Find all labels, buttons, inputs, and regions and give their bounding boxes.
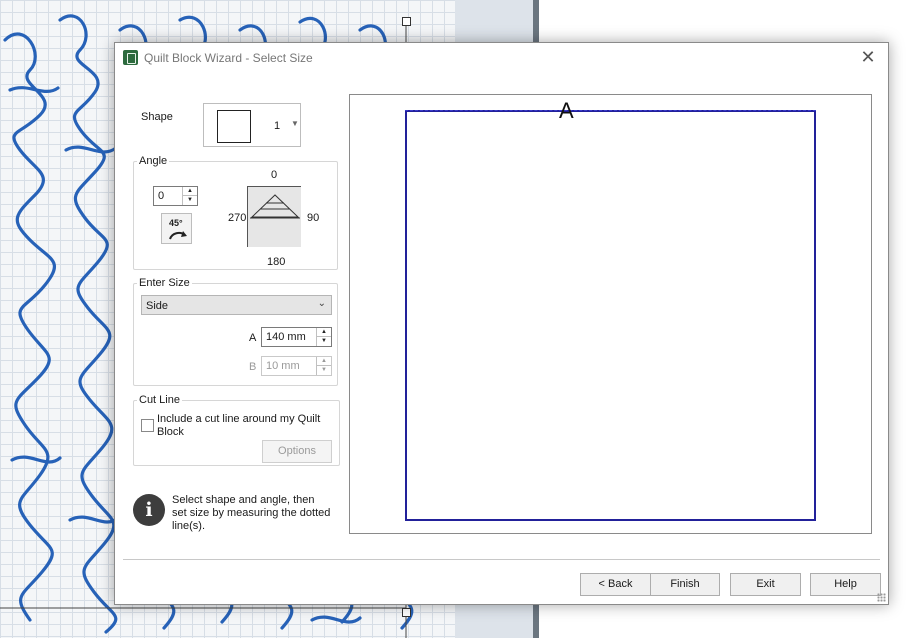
finish-button[interactable]: Finish xyxy=(650,573,720,596)
size-b-label: B xyxy=(249,361,257,373)
dropdown-arrow-icon: ▼ xyxy=(291,119,299,128)
enter-size-group-title: Enter Size xyxy=(137,277,192,289)
dial-label-right: 90 xyxy=(307,212,320,224)
angle-dial-triangle-icon xyxy=(250,194,300,219)
size-a-up-arrow-icon[interactable]: ▲ xyxy=(317,328,331,337)
dial-label-top: 0 xyxy=(271,169,278,181)
measure-line-a xyxy=(405,110,816,111)
quilt-block-wizard-dialog: Quilt Block Wizard - Select Size ✕ Shape… xyxy=(114,42,889,605)
spinner-buttons: ▲ ▼ xyxy=(316,357,331,375)
size-b-spinner[interactable]: 10 mm ▲ ▼ xyxy=(261,356,332,376)
size-a-spinner[interactable]: 140 mm ▲ ▼ xyxy=(261,327,332,347)
back-button[interactable]: < Back xyxy=(580,573,651,596)
spinner-buttons: ▲ ▼ xyxy=(316,328,331,346)
angle-spinner[interactable]: 0 ▲ ▼ xyxy=(153,186,198,206)
exit-button[interactable]: Exit xyxy=(730,573,801,596)
close-icon[interactable]: ✕ xyxy=(858,48,878,68)
chevron-down-icon: ⌄ xyxy=(317,298,326,309)
rotate-arrow-icon xyxy=(169,231,187,240)
dial-label-left: 270 xyxy=(228,212,247,224)
size-b-up-arrow-icon[interactable]: ▲ xyxy=(317,357,331,366)
preview-block-outline xyxy=(405,110,816,521)
footer-separator xyxy=(123,559,880,560)
info-icon: i xyxy=(133,494,165,526)
preview-panel: A xyxy=(349,94,872,534)
angle-value: 0 xyxy=(158,190,165,202)
shape-selector[interactable]: 1 ▼ xyxy=(203,103,301,147)
selection-handle-bottom-right[interactable] xyxy=(402,608,411,617)
dial-label-bottom: 180 xyxy=(267,256,286,268)
dialog-title: Quilt Block Wizard - Select Size xyxy=(144,51,313,65)
angle-group-title: Angle xyxy=(137,155,170,167)
size-b-down-arrow-icon[interactable]: ▼ xyxy=(317,366,331,375)
dialog-titlebar[interactable]: Quilt Block Wizard - Select Size ✕ xyxy=(115,43,888,73)
measure-label-a: A xyxy=(559,98,574,123)
shape-label: Shape xyxy=(141,111,173,123)
size-a-value: 140 mm xyxy=(266,331,306,343)
cut-line-options-button[interactable]: Options xyxy=(262,440,332,463)
angle-up-arrow-icon[interactable]: ▲ xyxy=(183,187,197,196)
info-text: Select shape and angle, then set size by… xyxy=(172,494,331,532)
size-a-label: A xyxy=(249,332,257,344)
square-shape-icon xyxy=(217,110,251,143)
selection-handle-top-right[interactable] xyxy=(402,17,411,26)
cut-line-checkbox-label[interactable]: Include a cut line around my Quilt Block xyxy=(157,413,322,439)
shape-value: 1 xyxy=(274,120,281,132)
size-b-value: 10 mm xyxy=(266,360,300,372)
spinner-buttons: ▲ ▼ xyxy=(182,187,197,205)
cut-line-checkbox[interactable] xyxy=(141,419,154,432)
rotate-45-button[interactable]: 45° xyxy=(161,213,192,244)
resize-grip-icon[interactable] xyxy=(877,593,886,602)
angle-down-arrow-icon[interactable]: ▼ xyxy=(183,196,197,205)
size-mode-dropdown[interactable]: Side ⌄ xyxy=(141,295,332,315)
angle-dial[interactable] xyxy=(247,186,301,247)
app-icon xyxy=(123,50,138,65)
size-a-down-arrow-icon[interactable]: ▼ xyxy=(317,337,331,346)
help-button[interactable]: Help xyxy=(810,573,881,596)
size-mode-value: Side xyxy=(146,300,169,312)
cut-line-group-title: Cut Line xyxy=(137,394,182,406)
